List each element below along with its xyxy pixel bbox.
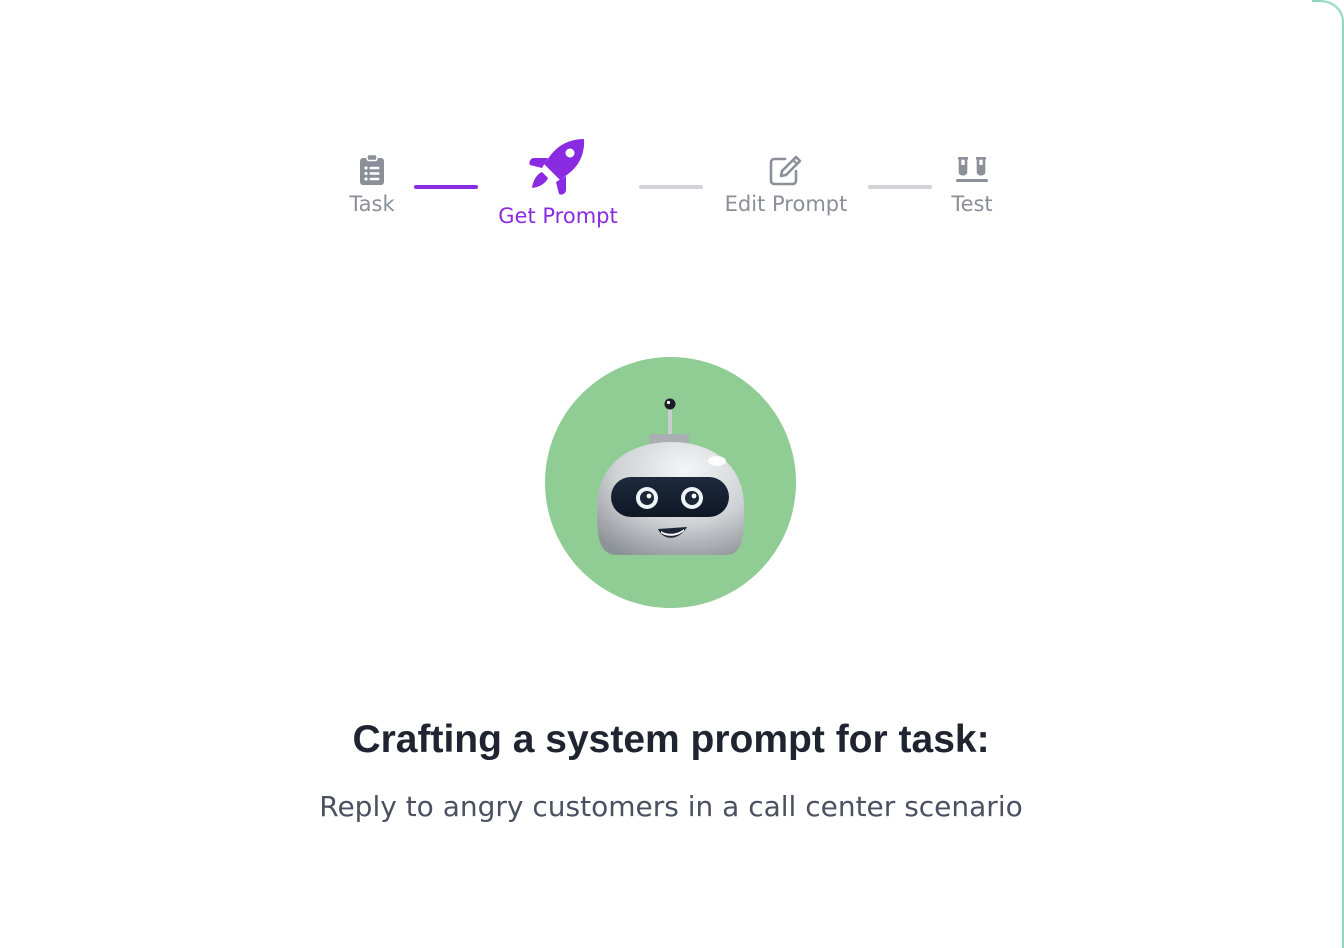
step-test-label: Test	[951, 192, 993, 216]
step-connector-get-prompt-edit-prompt	[639, 185, 703, 189]
pencil-square-icon	[769, 154, 803, 190]
step-get-prompt-label: Get Prompt	[498, 204, 618, 228]
clipboard-list-icon	[359, 153, 385, 190]
test-tubes-icon	[955, 154, 989, 190]
task-description: Reply to angry customers in a call cente…	[319, 790, 1023, 823]
step-task-label: Task	[349, 192, 395, 216]
step-connector-task-get-prompt	[414, 185, 478, 189]
robot-avatar	[545, 357, 796, 608]
page-title: Crafting a system prompt for task:	[352, 718, 990, 761]
step-edit-prompt[interactable]: Edit Prompt	[704, 154, 868, 216]
page: Task Get Prompt Edit Prompt Test Craftin…	[0, 0, 1344, 948]
rocket-icon	[526, 136, 590, 202]
step-edit-prompt-label: Edit Prompt	[724, 192, 848, 216]
step-get-prompt[interactable]: Get Prompt	[478, 136, 638, 228]
robot-icon	[545, 357, 796, 608]
step-task[interactable]: Task	[330, 153, 414, 216]
step-connector-edit-prompt-test	[868, 185, 932, 189]
step-test[interactable]: Test	[932, 154, 1012, 216]
